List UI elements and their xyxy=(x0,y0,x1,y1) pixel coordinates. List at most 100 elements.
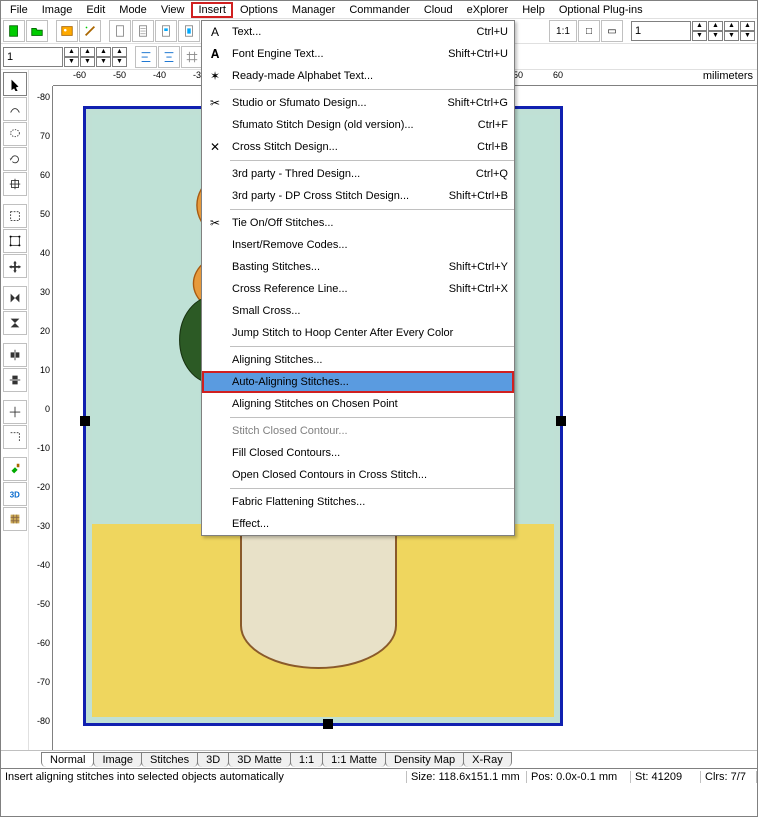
menuitem-aligning-stitches-on-chosen-point[interactable]: Aligning Stitches on Chosen Point xyxy=(202,393,514,415)
viewtab-3d[interactable]: 3D xyxy=(197,752,229,767)
viewtab-x-ray[interactable]: X-Ray xyxy=(463,752,512,767)
menuitem-fill-closed-contours[interactable]: Fill Closed Contours... xyxy=(202,442,514,464)
tb-image[interactable] xyxy=(56,20,78,42)
status-colors: Clrs: 7/7 xyxy=(701,771,757,783)
menuitem-ready-made-alphabet-text[interactable]: ✶Ready-made Alphabet Text... xyxy=(202,65,514,87)
resize-handle-left[interactable] xyxy=(80,416,90,426)
tool-flip-v[interactable] xyxy=(3,311,27,335)
tool-select-arrow[interactable] xyxy=(3,72,27,96)
tb2-spin-1[interactable]: ▲▼ xyxy=(64,47,79,67)
viewtab-density-map[interactable]: Density Map xyxy=(385,752,464,767)
menuitem-tie-on-off-stitches[interactable]: ✂Tie On/Off Stitches... xyxy=(202,212,514,234)
menu-edit[interactable]: Edit xyxy=(79,3,112,17)
tool-transform[interactable] xyxy=(3,229,27,253)
viewtab-stitches[interactable]: Stitches xyxy=(141,752,198,767)
tb-zoom-1to1[interactable]: 1:1 xyxy=(549,20,577,42)
tb2-align-a[interactable] xyxy=(135,46,157,68)
tb-spin-3[interactable]: ▲▼ xyxy=(724,21,739,41)
menu-mode[interactable]: Mode xyxy=(112,3,154,17)
tb-number-field[interactable] xyxy=(631,21,691,41)
menuitem-basting-stitches[interactable]: Basting Stitches...Shift+Ctrl+Y xyxy=(202,256,514,278)
menuitem-stitch-closed-contour: Stitch Closed Contour... xyxy=(202,420,514,442)
menuitem-jump-stitch-to-hoop-center-after-every-color[interactable]: Jump Stitch to Hoop Center After Every C… xyxy=(202,322,514,344)
menuitem-label: Text... xyxy=(232,26,477,38)
menuitem-3rd-party-thred-design[interactable]: 3rd party - Thred Design...Ctrl+Q xyxy=(202,163,514,185)
menuitem-label: Fabric Flattening Stitches... xyxy=(232,496,508,508)
menuitem-small-cross[interactable]: Small Cross... xyxy=(202,300,514,322)
tb-spin-1[interactable]: ▲▼ xyxy=(692,21,707,41)
tb2-number-field[interactable] xyxy=(3,47,63,67)
tool-align-cross[interactable] xyxy=(3,400,27,424)
menu-separator xyxy=(230,417,514,418)
menuitem-auto-aligning-stitches[interactable]: Auto-Aligning Stitches... xyxy=(202,371,514,393)
tool-lasso[interactable] xyxy=(3,122,27,146)
resize-handle-bottom[interactable] xyxy=(323,719,333,729)
menuitem-sfumato-stitch-design-old-version[interactable]: Sfumato Stitch Design (old version)...Ct… xyxy=(202,114,514,136)
menu-cloud[interactable]: Cloud xyxy=(417,3,460,17)
viewtab-1-1-matte[interactable]: 1:1 Matte xyxy=(322,752,386,767)
tb-page-b[interactable] xyxy=(132,20,154,42)
menu-image[interactable]: Image xyxy=(35,3,80,17)
menu-options[interactable]: Options xyxy=(233,3,285,17)
tool-freehand[interactable] xyxy=(3,97,27,121)
viewtab-3d-matte[interactable]: 3D Matte xyxy=(228,752,291,767)
vruler-tick: -20 xyxy=(37,482,50,492)
tb-zoom-fit[interactable]: ▭ xyxy=(601,20,623,42)
vruler-tick: -40 xyxy=(37,560,50,570)
menu-manager[interactable]: Manager xyxy=(285,3,342,17)
tool-center-h[interactable] xyxy=(3,343,27,367)
tool-guides[interactable] xyxy=(3,425,27,449)
tool-move-square[interactable] xyxy=(3,172,27,196)
resize-handle-right[interactable] xyxy=(556,416,566,426)
menuitem-label: Ready-made Alphabet Text... xyxy=(232,70,508,82)
tb-page-c[interactable] xyxy=(155,20,177,42)
menuitem-text[interactable]: AText...Ctrl+U xyxy=(202,21,514,43)
tb-new[interactable] xyxy=(3,20,25,42)
vruler-tick: 40 xyxy=(40,248,50,258)
menuitem-shortcut: Shift+Ctrl+X xyxy=(449,283,508,295)
tool-3d[interactable]: 3D xyxy=(3,482,27,506)
viewtab-normal[interactable]: Normal xyxy=(41,752,94,767)
menuitem-effect[interactable]: Effect... xyxy=(202,513,514,535)
tb-wizard[interactable] xyxy=(79,20,101,42)
menu-insert[interactable]: Insert xyxy=(191,2,233,18)
tool-flip-h[interactable] xyxy=(3,286,27,310)
menuitem-fabric-flattening-stitches[interactable]: Fabric Flattening Stitches... xyxy=(202,491,514,513)
tool-center-v[interactable] xyxy=(3,368,27,392)
tb-spin-2[interactable]: ▲▼ xyxy=(708,21,723,41)
tb-page-d[interactable] xyxy=(178,20,200,42)
tb2-spin-2[interactable]: ▲▼ xyxy=(80,47,95,67)
menuitem-shortcut: Shift+Ctrl+Y xyxy=(449,261,508,273)
menuitem-font-engine-text[interactable]: 𝐀Font Engine Text...Shift+Ctrl+U xyxy=(202,43,514,65)
menu-explorer[interactable]: eXplorer xyxy=(460,3,516,17)
menuitem-cross-reference-line[interactable]: Cross Reference Line...Shift+Ctrl+X xyxy=(202,278,514,300)
viewtab-image[interactable]: Image xyxy=(93,752,142,767)
menuitem-label: Cross Stitch Design... xyxy=(232,141,477,153)
tool-paint[interactable] xyxy=(3,457,27,481)
menu-help[interactable]: Help xyxy=(515,3,552,17)
menu-commander[interactable]: Commander xyxy=(342,3,417,17)
tb2-spin-3[interactable]: ▲▼ xyxy=(96,47,111,67)
menuitem-shortcut: Ctrl+U xyxy=(477,26,508,38)
menuitem-insert-remove-codes[interactable]: Insert/Remove Codes... xyxy=(202,234,514,256)
tool-rotate[interactable] xyxy=(3,147,27,171)
menu-file[interactable]: File xyxy=(3,3,35,17)
tb-open[interactable] xyxy=(26,20,48,42)
menuitem-studio-or-sfumato-design[interactable]: ✂Studio or Sfumato Design...Shift+Ctrl+G xyxy=(202,92,514,114)
menuitem-aligning-stitches[interactable]: Aligning Stitches... xyxy=(202,349,514,371)
menuitem-cross-stitch-design[interactable]: ✕Cross Stitch Design...Ctrl+B xyxy=(202,136,514,158)
tb-zoom-rect[interactable]: □ xyxy=(578,20,600,42)
menuitem-open-closed-contours-in-cross-stitch[interactable]: Open Closed Contours in Cross Stitch... xyxy=(202,464,514,486)
menu-optional-plug-ins[interactable]: Optional Plug-ins xyxy=(552,3,650,17)
tb2-spin-4[interactable]: ▲▼ xyxy=(112,47,127,67)
viewtab-1-1[interactable]: 1:1 xyxy=(290,752,323,767)
tb-page-a[interactable] xyxy=(109,20,131,42)
tool-marquee[interactable] xyxy=(3,204,27,228)
tool-texture[interactable] xyxy=(3,507,27,531)
menuitem-3rd-party-dp-cross-stitch-design[interactable]: 3rd party - DP Cross Stitch Design...Shi… xyxy=(202,185,514,207)
tb2-align-b[interactable] xyxy=(158,46,180,68)
tb-spin-4[interactable]: ▲▼ xyxy=(740,21,755,41)
menu-view[interactable]: View xyxy=(154,3,192,17)
tb2-grid[interactable] xyxy=(181,46,203,68)
tool-pan[interactable] xyxy=(3,254,27,278)
